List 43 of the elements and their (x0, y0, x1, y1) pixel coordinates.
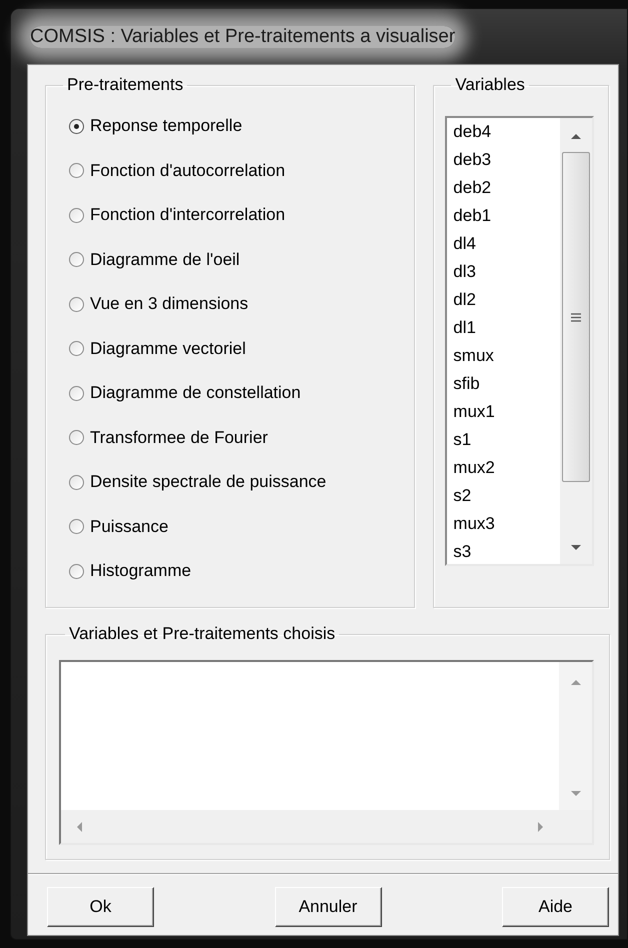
radio-option[interactable]: Puissance (57, 504, 404, 549)
radio-option[interactable]: Diagramme vectoriel (57, 326, 404, 371)
radio-option[interactable]: Transformee de Fourier (57, 416, 404, 460)
group-label: Variables et Pre-traitements choisis (68, 624, 336, 644)
up-arrow-icon[interactable] (570, 132, 582, 140)
list-item[interactable]: deb1 (447, 202, 560, 230)
radio-option[interactable]: Densite spectrale de puissance (57, 460, 404, 504)
list-item[interactable]: mux2 (447, 454, 560, 482)
grip-icon (571, 312, 582, 322)
dialog-button[interactable]: Ok (47, 887, 154, 927)
list-item[interactable]: dl3 (447, 258, 560, 286)
list-item[interactable]: sfib (447, 370, 560, 398)
scroll-thumb[interactable] (562, 152, 590, 482)
list-item[interactable]: mux3 (447, 510, 560, 538)
list-item[interactable]: dl4 (447, 230, 560, 258)
radio-option[interactable]: Vue en 3 dimensions (57, 282, 404, 326)
list-item[interactable]: dl1 (447, 314, 560, 342)
list-item[interactable]: deb2 (447, 174, 560, 202)
dialog-button[interactable]: Annuler (274, 887, 382, 927)
left-arrow-icon[interactable] (75, 820, 83, 832)
radio-option[interactable]: Diagramme de l'oeil (57, 238, 404, 282)
list-item[interactable]: smux (447, 342, 560, 370)
group-label: Pre-traitements (66, 75, 184, 95)
radio-option[interactable]: Diagramme de constellation (57, 371, 404, 416)
list-item[interactable]: s1 (447, 426, 560, 454)
list-item[interactable]: s2 (447, 482, 560, 510)
window-title: COMSIS : Variables et Pre-traitements a visualiser (30, 26, 456, 48)
list-item[interactable]: dl2 (447, 286, 560, 314)
list-item[interactable]: deb3 (447, 146, 560, 174)
right-arrow-icon[interactable] (537, 820, 545, 832)
list-item[interactable]: s3 (447, 538, 560, 566)
scrollbar[interactable] (560, 118, 592, 564)
list-item[interactable]: deb4 (447, 118, 560, 146)
radio-option[interactable]: Fonction d'autocorrelation (57, 148, 404, 193)
scrollbar[interactable] (61, 810, 559, 843)
group-label: Variables (454, 75, 526, 95)
dialog-button[interactable]: Aide (502, 887, 609, 927)
list-item[interactable]: mux1 (447, 398, 560, 426)
radio-option[interactable]: Fonction d'intercorrelation (57, 193, 404, 238)
radio-option[interactable]: Reponse temporelle (57, 104, 404, 148)
down-arrow-icon[interactable] (570, 544, 582, 552)
variables-list[interactable]: deb4 deb3 deb2 deb1 dl4 dl3 dl2 dl1 smux sfib mux1 s1 mux2 s2 mux3 s3 (445, 116, 594, 566)
radio-option[interactable]: Histogramme (57, 549, 404, 594)
